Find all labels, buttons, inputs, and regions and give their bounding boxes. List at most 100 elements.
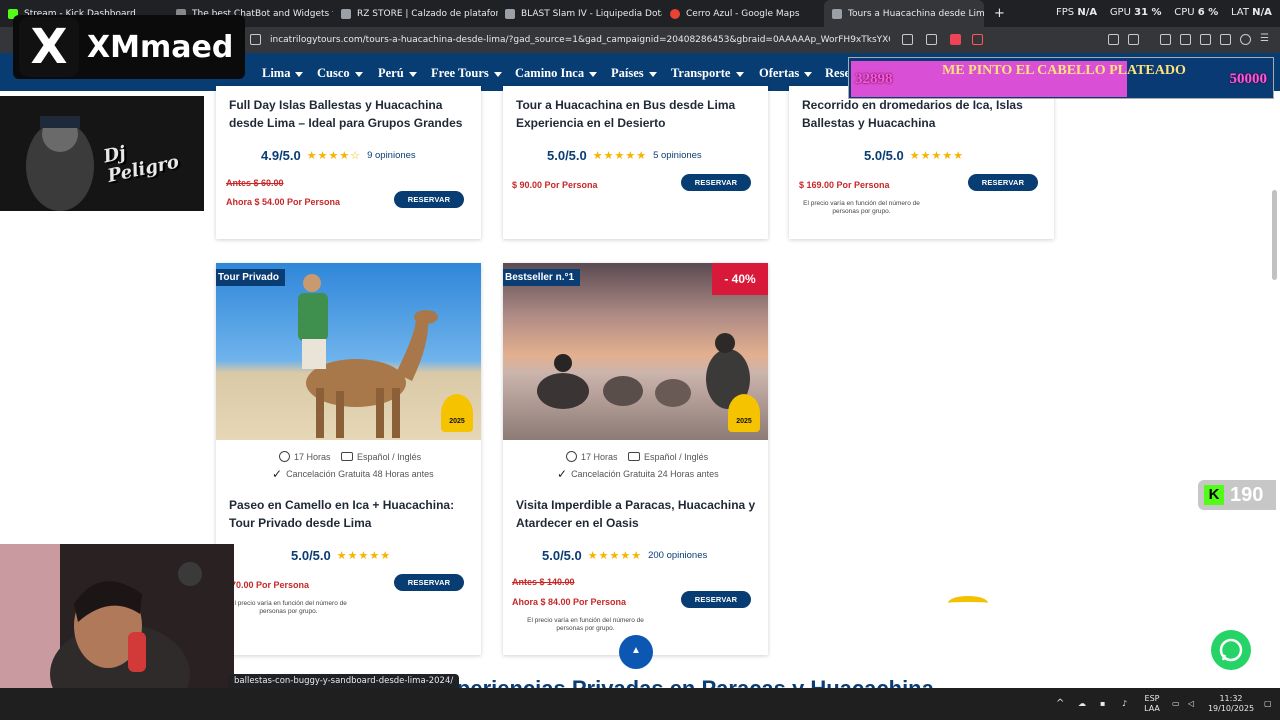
brave-shield-icon[interactable] [950,34,961,45]
notifications-icon[interactable]: ▢ [1264,699,1272,709]
goal-text: ME PINTO EL CABELLO PLATEADO [942,63,1186,78]
dj-overlay-image: Dj Peligro [0,96,204,211]
reader-icon[interactable] [902,34,913,45]
nav-cusco[interactable]: Cusco [317,66,363,81]
reserve-button[interactable]: RESERVAR [681,591,751,608]
tour-card[interactable]: Tour a Huacachina en Bus desde Lima Expe… [503,86,768,239]
tour-card[interactable]: Bestseller n.°1 - 40% 2025 17 Horas Espa… [503,263,768,655]
tour-card[interactable]: Tour Privado 2025 17 Horas Español / Ing… [216,263,481,655]
tour-rating: 5.0/5.0 ★★★★★ 200 opiniones [542,548,708,563]
tour-card[interactable]: Recorrido en dromedarios de Ica, Islas B… [789,86,1054,239]
tour-badge: Bestseller n.°1 [503,269,581,286]
star-rating-icon: ★★★★★ [909,150,965,162]
page-scrollbar[interactable] [1272,190,1277,280]
check-icon: ✓ [557,467,568,481]
tour-meta: 17 Horas Español / Inglés [279,451,421,462]
current-price: 170.00 Por Persona [226,580,310,590]
star-rating-icon: ★★★★★ [336,550,392,562]
chat-language-icon [628,452,641,461]
reserve-button[interactable]: RESERVAR [394,574,464,591]
nav-lima[interactable]: Lima [262,66,303,81]
vpn-icon[interactable] [1240,34,1251,45]
volume-icon[interactable]: ◁ [1188,699,1194,709]
tab-liquipedia[interactable]: BLAST Slam IV - Liquipedia Dota 2 W [497,0,662,27]
tour-rating: 5.0/5.0 ★★★★★ [864,148,965,163]
price-note: El precio varía en función del número de… [527,617,644,632]
tripadvisor-award-icon: 2025 [728,394,760,432]
network-icon[interactable]: ▭ [1172,699,1180,709]
clock[interactable]: 11:32 19/10/2025 [1204,694,1258,714]
tour-card[interactable]: Full Day Islas Ballestas y Huacachina de… [216,86,481,239]
status-bar-url: ballestas-con-buggy-y-sandboard-desde-li… [228,674,460,688]
nav-peru[interactable]: Perú [378,66,417,81]
globe-favicon-icon [341,8,351,19]
tour-title[interactable]: Tour a Huacachina en Bus desde Lima Expe… [516,96,761,132]
tour-title[interactable]: Recorrido en dromedarios de Ica, Islas B… [802,96,1047,132]
tour-title[interactable]: Paseo en Camello en Ica + Huacachina: To… [229,496,474,532]
download-icon[interactable] [1220,34,1231,45]
tray-chevron-icon[interactable]: ^ [1056,699,1064,709]
screen: { "browser": { "tabs": [ {"title": "Stre… [0,0,1280,720]
whatsapp-icon [1219,638,1243,662]
tab-rz-store[interactable]: RZ STORE | Calzado de plataforma e [333,0,498,27]
nvidia-icon[interactable]: ▪ [1100,699,1105,709]
perf-stats: FPS N/A GPU 31 % CPU 6 % LAT N/A [1056,7,1272,18]
channel-logo: X XMmaed [13,15,245,79]
tab-google-maps[interactable]: Cerro Azul - Google Maps [662,0,822,27]
goal-target: 50000 [1229,71,1268,87]
menu-icon[interactable]: ☰ [1260,33,1271,44]
price-note: El precio varía en función del número de… [803,200,920,215]
nav-camino-inca[interactable]: Camino Inca [515,66,597,81]
reserve-button[interactable]: RESERVAR [968,174,1038,191]
screenshot-icon[interactable] [1128,34,1139,45]
whatsapp-button[interactable] [1211,630,1251,670]
webcam-feed [0,544,234,692]
share-icon[interactable] [926,34,937,45]
mic-icon[interactable]: ♪ [1122,699,1127,709]
nav-resenas[interactable]: Rese [825,66,850,81]
clock-icon [279,451,290,462]
reserve-button[interactable]: RESERVAR [681,174,751,191]
camel-tour-image[interactable]: Tour Privado 2025 [216,263,481,440]
scroll-to-top-button[interactable]: ▲ [619,635,653,669]
current-price: Ahora $ 54.00 Por Persona [226,197,341,207]
current-price: Ahora $ 84.00 Por Persona [512,597,627,607]
tour-rating: 4.9/5.0 ★★★★☆ 9 opiniones [261,148,416,163]
rewards-icon[interactable] [972,34,983,45]
discount-badge: - 40% [712,263,768,295]
wallet-icon[interactable] [1200,34,1211,45]
tab-huacachina-active[interactable]: Tours a Huacachina desde Lima× [824,0,984,27]
star-rating-icon: ★★★★☆ [306,150,362,162]
extensions-icon[interactable] [1108,34,1119,45]
language-indicator[interactable]: ESP LAA [1140,694,1164,714]
tour-rating: 5.0/5.0 ★★★★★ 5 opiniones [547,148,702,163]
channel-name: XMmaed [87,29,234,65]
nav-transporte[interactable]: Transporte [671,66,744,81]
x-logo-icon: X [19,17,79,77]
bookmark-icon[interactable] [250,34,261,45]
onedrive-icon[interactable]: ☁ [1078,699,1086,709]
new-tab-button[interactable]: + [986,0,1008,27]
reserve-button[interactable]: RESERVAR [394,191,464,208]
nav-ofertas[interactable]: Ofertas [759,66,812,81]
current-price: $ 90.00 Por Persona [512,180,598,190]
tour-badge: Tour Privado [216,269,285,286]
url-field[interactable]: incatrilogytours.com/tours-a-huacachina-… [270,32,890,48]
nav-paises[interactable]: Países [611,66,657,81]
kick-icon: K [1204,485,1224,505]
webcam-overlay [0,544,234,692]
cancellation-info: ✓ Cancelación Gratuita 24 Horas antes [557,467,719,481]
goal-current: 32898 [855,71,893,87]
donation-goal-bar: 32898 ME PINTO EL CABELLO PLATEADO 50000 [848,57,1274,99]
music-icon[interactable] [1160,34,1171,45]
star-rating-icon: ★★★★★ [592,150,648,162]
tour-title[interactable]: Visita Imperdible a Paracas, Huacachina … [516,496,761,532]
check-icon: ✓ [272,467,283,481]
sidebar-icon[interactable] [1180,34,1191,45]
nav-free-tours[interactable]: Free Tours [431,66,502,81]
old-price: Antes $ 60.00 [226,178,284,188]
desert-sunset-image[interactable]: Bestseller n.°1 - 40% 2025 [503,263,768,440]
site-favicon-icon [832,8,842,19]
clock-icon [566,451,577,462]
tour-title[interactable]: Full Day Islas Ballestas y Huacachina de… [229,96,474,132]
